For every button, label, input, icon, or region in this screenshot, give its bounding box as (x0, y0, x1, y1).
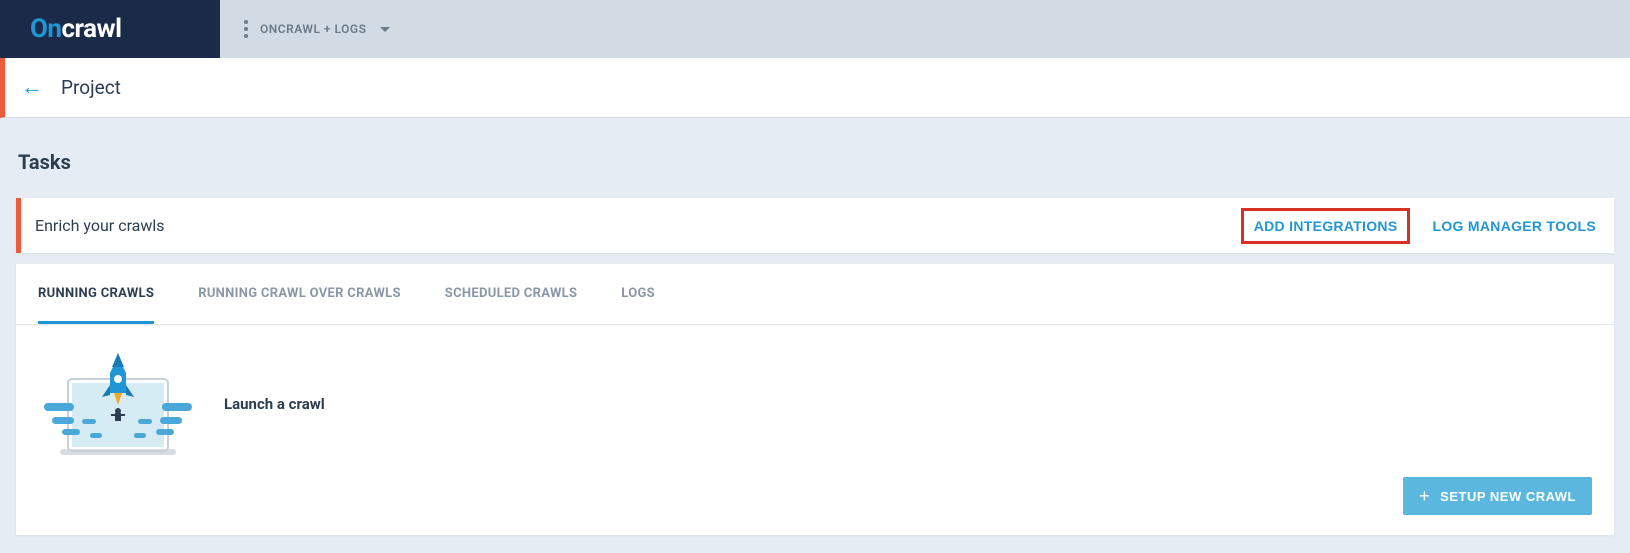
project-selector-label: ONCRAWL + LOGS (260, 22, 366, 36)
launch-row: Launch a crawl (38, 349, 1592, 459)
more-vertical-icon (244, 20, 248, 38)
launch-crawl-label: Launch a crawl (224, 395, 325, 413)
section-title: Tasks (16, 150, 1614, 174)
plus-icon: + (1419, 487, 1430, 505)
project-selector[interactable]: ONCRAWL + LOGS (220, 0, 390, 58)
chevron-down-icon (380, 27, 390, 32)
logo-text: Oncrawl (30, 14, 122, 44)
enrich-actions: ADD INTEGRATIONS LOG MANAGER TOOLS (1241, 208, 1596, 244)
tabs: RUNNING CRAWLS RUNNING CRAWL OVER CRAWLS… (16, 264, 1614, 325)
page-title: Project (61, 76, 121, 99)
tab-content: Launch a crawl (16, 325, 1614, 477)
back-arrow-icon[interactable]: ← (21, 77, 43, 99)
project-header: ← Project (0, 58, 1630, 118)
tab-logs[interactable]: LOGS (621, 264, 655, 324)
enrich-label: Enrich your crawls (35, 216, 165, 235)
tab-running-crawls[interactable]: RUNNING CRAWLS (38, 264, 154, 324)
add-integrations-button[interactable]: ADD INTEGRATIONS (1241, 208, 1411, 244)
card-footer: + SETUP NEW CRAWL (16, 477, 1614, 535)
tab-running-crawl-over-crawls[interactable]: RUNNING CRAWL OVER CRAWLS (198, 264, 401, 324)
tab-scheduled-crawls[interactable]: SCHEDULED CRAWLS (445, 264, 578, 324)
crawls-card: RUNNING CRAWLS RUNNING CRAWL OVER CRAWLS… (16, 263, 1614, 535)
top-bar: Oncrawl ONCRAWL + LOGS (0, 0, 1630, 58)
setup-new-crawl-button[interactable]: + SETUP NEW CRAWL (1403, 477, 1592, 515)
enrich-card: Enrich your crawls ADD INTEGRATIONS LOG … (16, 198, 1614, 253)
rocket-laptop-icon (38, 349, 198, 459)
setup-new-crawl-label: SETUP NEW CRAWL (1440, 489, 1576, 504)
log-manager-tools-button[interactable]: LOG MANAGER TOOLS (1432, 218, 1596, 234)
logo[interactable]: Oncrawl (0, 0, 220, 58)
content-area: Tasks Enrich your crawls ADD INTEGRATION… (0, 118, 1630, 551)
